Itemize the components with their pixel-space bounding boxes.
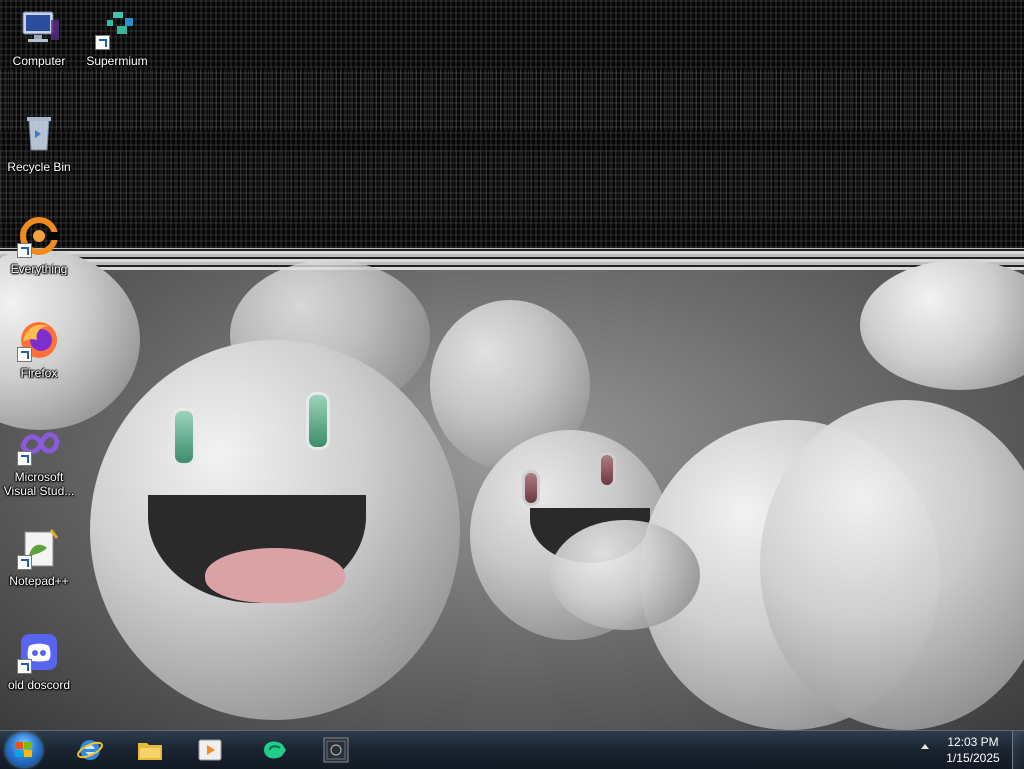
shortcut-arrow-icon bbox=[95, 35, 110, 50]
notepad-plus-plus-icon bbox=[17, 526, 61, 570]
desktop-icon-old-doscord[interactable]: old doscord bbox=[0, 630, 78, 692]
desktop-icon-firefox[interactable]: Firefox bbox=[0, 318, 78, 380]
shortcut-arrow-icon bbox=[17, 243, 32, 258]
desktop-icon-recycle-bin[interactable]: Recycle Bin bbox=[0, 112, 78, 174]
taskbar-button-green-app[interactable] bbox=[248, 733, 300, 767]
system-clock[interactable]: 12:03 PM 1/15/2025 bbox=[938, 734, 1008, 766]
computer-icon bbox=[17, 6, 61, 50]
media-player-icon bbox=[198, 739, 222, 761]
internet-explorer-icon bbox=[77, 740, 103, 760]
dark-square-app-icon bbox=[323, 737, 349, 763]
desktop-icon-label: old doscord bbox=[7, 678, 71, 692]
shortcut-arrow-icon bbox=[17, 555, 32, 570]
taskbar-button-file-explorer[interactable] bbox=[124, 733, 176, 767]
desktop-icon-label: Notepad++ bbox=[9, 574, 69, 588]
discord-icon bbox=[17, 630, 61, 674]
recycle-bin-icon bbox=[17, 112, 61, 156]
show-desktop-button[interactable] bbox=[1012, 731, 1024, 769]
desktop-icon-supermium[interactable]: Supermium bbox=[78, 6, 156, 68]
desktop-icon-visual-studio[interactable]: Microsoft Visual Stud... bbox=[0, 422, 78, 498]
shortcut-arrow-icon bbox=[17, 451, 32, 466]
folder-icon bbox=[138, 743, 162, 760]
clock-time: 12:03 PM bbox=[947, 735, 999, 749]
taskbar-button-media-player[interactable] bbox=[184, 733, 236, 767]
desktop-icon-label: Computer bbox=[12, 54, 66, 68]
everything-icon bbox=[17, 214, 61, 258]
taskbar: 12:03 PM 1/15/2025 bbox=[0, 730, 1024, 769]
wallpaper-scan-line bbox=[0, 248, 1024, 270]
show-hidden-icons-arrow-icon[interactable] bbox=[921, 744, 929, 749]
desktop-icon-label: Firefox bbox=[20, 366, 58, 380]
clock-date: 1/15/2025 bbox=[946, 751, 1000, 765]
firefox-icon bbox=[17, 318, 61, 362]
supermium-icon bbox=[95, 6, 139, 50]
desktop-icon-label: Supermium bbox=[86, 54, 148, 68]
green-arrow-icon bbox=[264, 741, 286, 759]
start-button[interactable] bbox=[6, 733, 42, 767]
desktop-icon-label: Everything bbox=[10, 262, 68, 276]
desktop-icon-computer[interactable]: Computer bbox=[0, 6, 78, 68]
shortcut-arrow-icon bbox=[17, 347, 32, 362]
wallpaper-scene bbox=[0, 250, 1024, 730]
desktop-icon-label: Recycle Bin bbox=[7, 160, 71, 174]
windows-logo-icon bbox=[15, 742, 32, 757]
visual-studio-icon bbox=[17, 422, 61, 466]
desktop-wallpaper bbox=[0, 0, 1024, 730]
desktop-icon-notepad-plus-plus[interactable]: Notepad++ bbox=[0, 526, 78, 588]
desktop-icon-label: Microsoft Visual Stud... bbox=[3, 470, 75, 498]
shortcut-arrow-icon bbox=[17, 659, 32, 674]
desktop-icon-everything[interactable]: Everything bbox=[0, 214, 78, 276]
taskbar-button-dark-app[interactable] bbox=[310, 733, 362, 767]
taskbar-button-internet-explorer[interactable] bbox=[64, 733, 116, 767]
